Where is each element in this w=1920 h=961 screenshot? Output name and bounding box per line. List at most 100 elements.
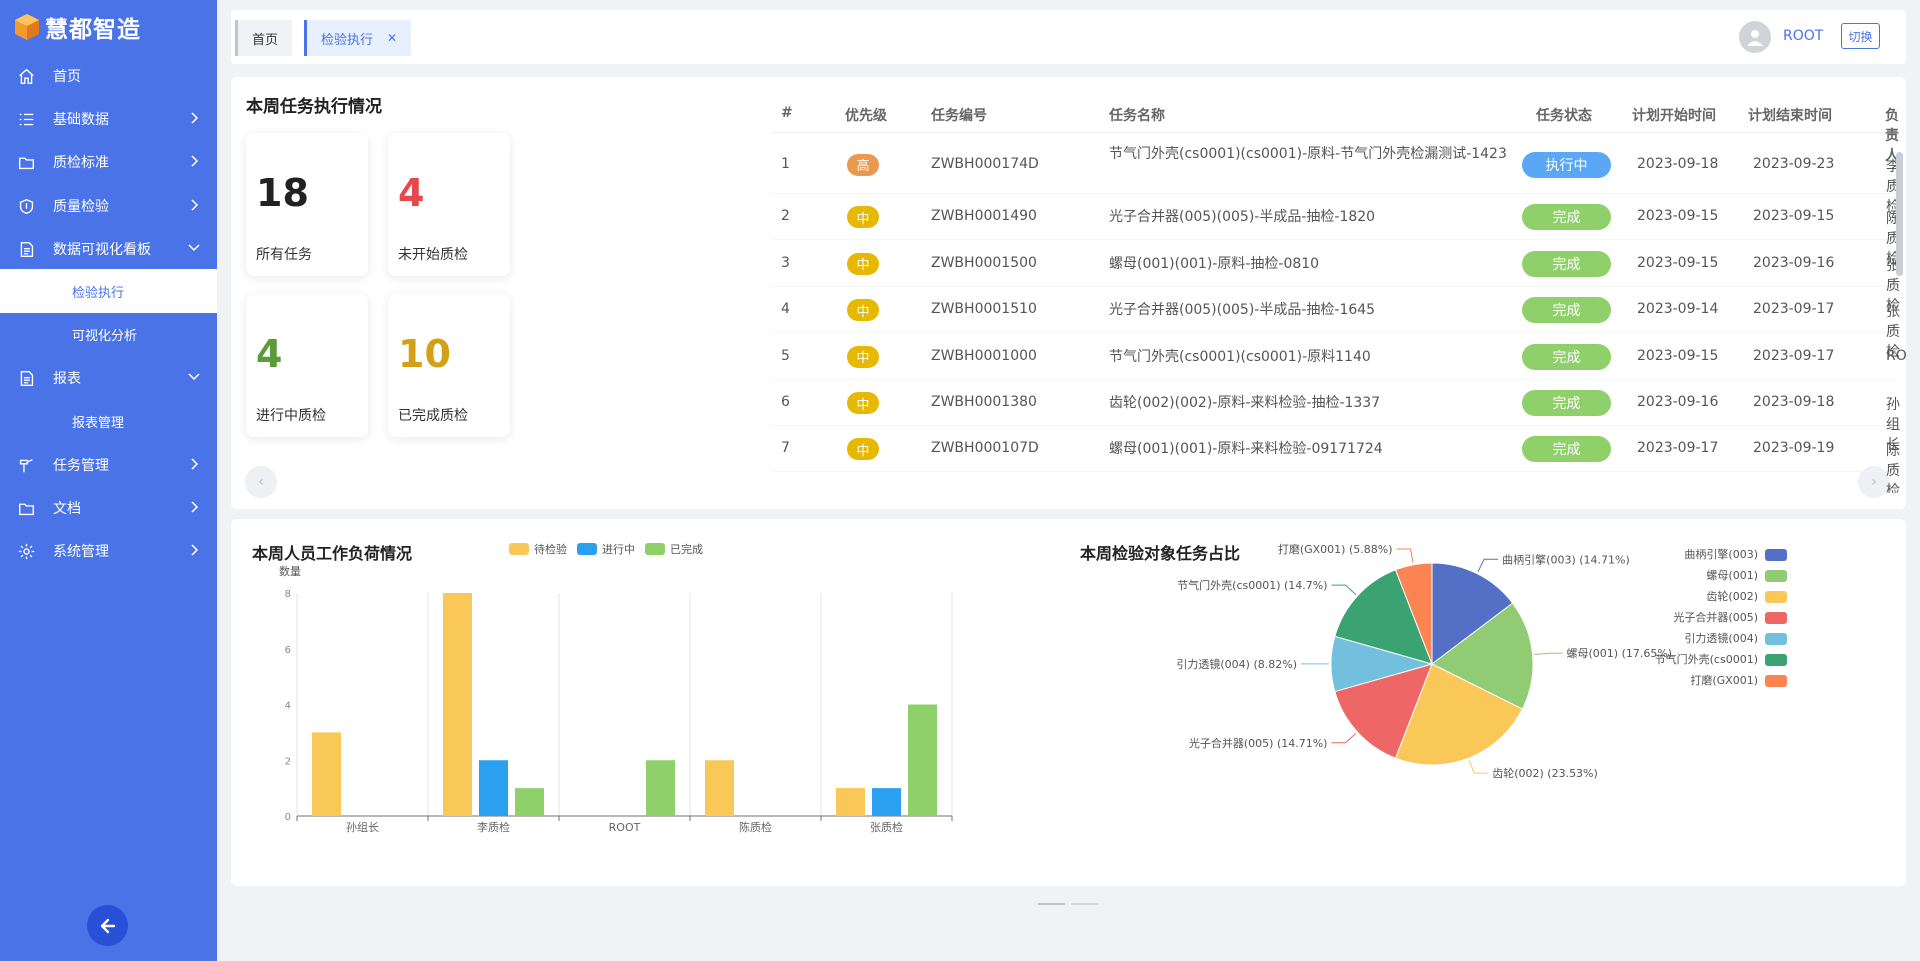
start-date: 2023-09-15 — [1637, 347, 1719, 364]
sidebar-subitem-0[interactable]: 检验执行 — [0, 269, 217, 313]
column-header-col-status[interactable]: 任务状态 — [1536, 105, 1592, 125]
pie-legend-swatch[interactable] — [1765, 654, 1787, 666]
hammer-icon — [16, 455, 36, 475]
status-badge: 完成 — [1522, 436, 1611, 462]
username[interactable]: ROOT — [1783, 28, 1823, 44]
task-name[interactable]: 齿轮(002)(002)-原料-来料检验-抽检-1337 — [1109, 393, 1514, 413]
task-name[interactable]: 光子合并器(005)(005)-半成品-抽检-1645 — [1109, 300, 1514, 320]
status-badge: 完成 — [1522, 390, 1611, 416]
task-code: ZWBH0001380 — [931, 394, 1037, 410]
brand-name: 慧都智造 — [45, 17, 141, 43]
start-date: 2023-09-18 — [1637, 155, 1719, 172]
pie-legend-label[interactable]: 节气门外壳(cs0001) — [1655, 652, 1758, 666]
owner: 陈质检 — [1886, 443, 1900, 493]
logo-icon — [15, 14, 39, 40]
pie-legend-label[interactable]: 打磨(GX001) — [1690, 673, 1758, 687]
carousel-prev-button[interactable]: ‹ — [245, 466, 277, 498]
pie-legend-label[interactable]: 引力透镜(004) — [1684, 631, 1758, 645]
table-row[interactable]: 1 高 ZWBH000174D 节气门外壳(cs0001)(cs0001)-原料-节气… — [771, 135, 1900, 215]
sidebar-item-2[interactable]: 质检标准 — [0, 142, 217, 182]
table-row[interactable]: 2 中 ZWBH0001490 光子合并器(005)(005)-半成品-抽检-1820… — [771, 194, 1900, 267]
table-row[interactable]: 6 中 ZWBH0001380 齿轮(002)(002)-原料-来料检验-抽检-133… — [771, 380, 1900, 453]
stat-value: 18 — [256, 171, 309, 215]
pie-legend-swatch[interactable] — [1765, 591, 1787, 603]
sidebar-item-label: 报表 — [53, 371, 81, 387]
table-scrollbar[interactable] — [1896, 152, 1903, 276]
sidebar-item-1[interactable]: 基础数据 — [0, 99, 217, 139]
column-header-col-start[interactable]: 计划开始时间 — [1632, 105, 1716, 125]
stat-card[interactable]: 4 进行中质检 — [246, 294, 368, 437]
document-icon — [16, 239, 36, 259]
sidebar-item-7[interactable]: 文档 — [0, 488, 217, 528]
switch-button[interactable]: 切换 — [1841, 23, 1880, 49]
table-row[interactable]: 7 中 ZWBH000107D 螺母(001)(001)-原料-来料检验-091717… — [771, 426, 1900, 493]
sidebar: 慧都智造 首页基础数据 质检标准 质量检验数据可视化看板 报表任务管理 文档 系统管理 检验… — [0, 0, 217, 961]
stat-card[interactable]: 4 未开始质检 — [388, 133, 510, 276]
avatar[interactable] — [1739, 21, 1771, 53]
sidebar-item-label: 数据可视化看板 — [53, 242, 151, 258]
stat-card[interactable]: 10 已完成质检 — [388, 294, 510, 437]
pie-legend-swatch[interactable] — [1765, 549, 1787, 561]
arrow-left-icon — [100, 918, 115, 933]
chevron-down-icon — [187, 241, 201, 255]
column-header-col-name[interactable]: 任务名称 — [1109, 105, 1165, 125]
task-name[interactable]: 螺母(001)(001)-原料-来料检验-09171724 — [1109, 439, 1514, 459]
column-header-col-priority[interactable]: 优先级 — [845, 105, 887, 125]
sidebar-item-0[interactable]: 首页 — [0, 56, 217, 96]
gear-icon — [16, 541, 36, 561]
pie-legend-label[interactable]: 曲柄引擎(003) — [1684, 547, 1758, 561]
table-row[interactable]: 4 中 ZWBH0001510 光子合并器(005)(005)-半成品-抽检-1645… — [771, 287, 1900, 360]
sidebar-item-5[interactable]: 报表 — [0, 358, 217, 398]
stat-label: 所有任务 — [256, 247, 312, 263]
column-header-col-index[interactable]: # — [781, 105, 793, 121]
task-name[interactable]: 螺母(001)(001)-原料-抽检-0810 — [1109, 254, 1514, 274]
row-index: 7 — [781, 440, 790, 456]
page-indicator[interactable] — [1071, 903, 1098, 905]
status-badge: 完成 — [1522, 250, 1611, 277]
table-row[interactable]: 3 中 ZWBH0001500 螺母(001)(001)-原料-抽检-0810 完成 20… — [771, 240, 1900, 314]
priority-badge: 中 — [847, 438, 879, 460]
pie-legend-label[interactable]: 齿轮(002) — [1706, 589, 1758, 603]
pie-slice-label: 节气门外壳(cs0001) (14.7%) — [1177, 578, 1327, 592]
column-header-col-end[interactable]: 计划结束时间 — [1748, 105, 1832, 125]
pie-legend-swatch[interactable] — [1765, 675, 1787, 687]
chevron-right-icon — [187, 543, 201, 557]
status-badge: 完成 — [1522, 204, 1611, 230]
sidebar-subitem-label: 检验执行 — [72, 285, 125, 301]
document-icon — [16, 368, 36, 388]
pie-slice-label: 引力透镜(004) (8.82%) — [1176, 657, 1297, 671]
sidebar-subitem-1[interactable]: 可视化分析 — [0, 312, 217, 356]
close-icon[interactable]: ✕ — [387, 31, 397, 45]
page-indicator-active[interactable] — [1038, 903, 1065, 905]
status-badge: 完成 — [1522, 343, 1611, 370]
task-name[interactable]: 节气门外壳(cs0001)(cs0001)-原料-节气门外壳检漏测试-1423 — [1109, 144, 1514, 164]
table-row[interactable]: 5 中 ZWBH0001000 节气门外壳(cs0001)(cs0001)-原料114… — [771, 333, 1906, 380]
task-name[interactable]: 光子合并器(005)(005)-半成品-抽检-1820 — [1109, 207, 1514, 227]
priority-badge: 中 — [847, 345, 879, 368]
folder-icon — [16, 152, 36, 172]
sidebar-item-8[interactable]: 系统管理 — [0, 531, 217, 571]
pie-legend-label[interactable]: 光子合并器(005) — [1673, 610, 1758, 624]
pie-legend-swatch[interactable] — [1765, 633, 1787, 645]
sidebar-item-4[interactable]: 数据可视化看板 — [0, 229, 217, 269]
task-name[interactable]: 节气门外壳(cs0001)(cs0001)-原料1140 — [1109, 347, 1514, 367]
pie-legend-label[interactable]: 螺母(001) — [1706, 569, 1758, 582]
sidebar-subitem-2[interactable]: 报表管理 — [0, 399, 217, 443]
tab-home[interactable]: 首页 — [235, 20, 293, 56]
top-bar: 首页 检验执行 ✕ ROOT 切换 — [231, 10, 1906, 64]
column-header-col-code[interactable]: 任务编号 — [931, 105, 987, 125]
end-date: 2023-09-23 — [1753, 155, 1835, 172]
tab-inspection-execution[interactable]: 检验执行 ✕ — [304, 20, 412, 56]
sidebar-subitem-label: 报表管理 — [72, 415, 125, 431]
chevron-right-icon — [187, 198, 201, 212]
sidebar-item-label: 首页 — [53, 69, 81, 85]
task-code: ZWBH0001490 — [931, 208, 1037, 224]
sidebar-item-3[interactable]: 质量检验 — [0, 186, 217, 226]
pie-legend-swatch[interactable] — [1765, 570, 1787, 582]
pie-legend-swatch[interactable] — [1765, 612, 1787, 624]
pie-label-line — [1534, 652, 1563, 656]
pie-slice-label: 曲柄引擎(003) (14.71%) — [1502, 552, 1630, 566]
stat-card[interactable]: 18 所有任务 — [246, 133, 368, 276]
sidebar-item-6[interactable]: 任务管理 — [0, 445, 217, 485]
collapse-sidebar-button[interactable] — [87, 905, 128, 946]
